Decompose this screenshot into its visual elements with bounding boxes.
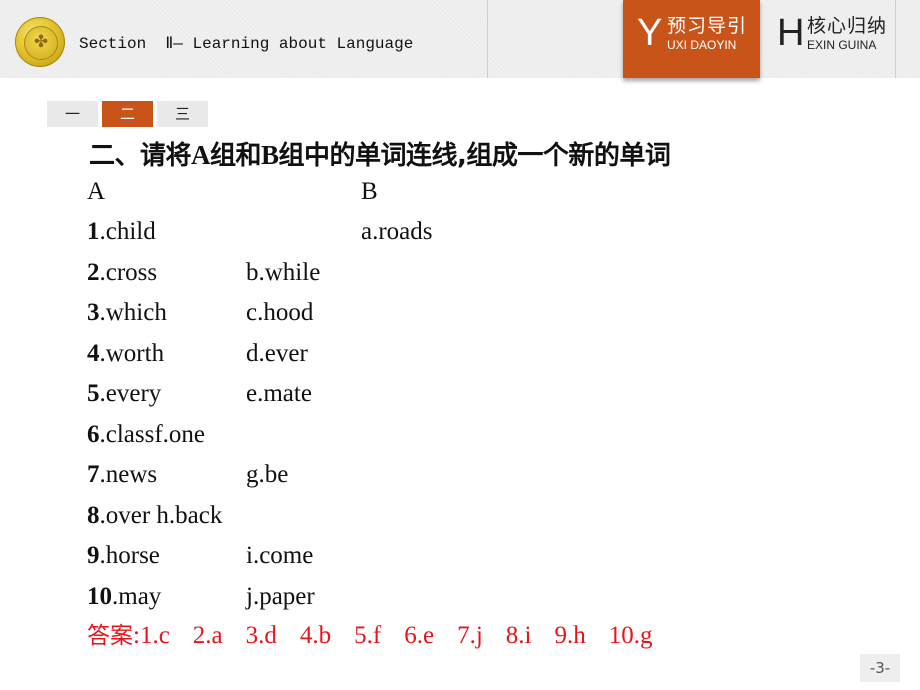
- answer-item: 10.g: [608, 622, 653, 649]
- header-divider: [895, 0, 896, 78]
- item-number: 7: [87, 461, 100, 488]
- item-number: 6: [87, 420, 100, 448]
- word-row-a: 6.classf.one: [87, 420, 205, 450]
- word-a: .horse: [99, 542, 160, 569]
- answer-item: 9.h: [554, 622, 586, 649]
- word-b: a.roads: [361, 218, 433, 245]
- item-number: 1: [87, 218, 100, 245]
- item-number: 4: [87, 339, 100, 367]
- word-a: .classf.one: [99, 420, 206, 448]
- item-number: 8: [87, 501, 100, 529]
- page-number: -3-: [860, 654, 900, 682]
- word-row-a: 1.child: [87, 217, 156, 247]
- word-b: g.be: [246, 461, 289, 488]
- word-a: .worth: [99, 339, 165, 367]
- column-b-header: B: [361, 178, 378, 205]
- word-b: c.hood: [246, 299, 314, 326]
- word-row-a: 7.news: [87, 460, 157, 490]
- nav-tab-label-en: UXI DAOYIN: [667, 38, 737, 52]
- nav-tab-letter: H: [777, 12, 805, 54]
- sub-tab-2[interactable]: 二: [102, 101, 153, 127]
- answer-item: 7.j: [457, 622, 483, 649]
- school-emblem-icon: ✤: [15, 17, 65, 67]
- word-b: b.while: [246, 258, 321, 286]
- column-a-header: A: [87, 178, 106, 205]
- nav-tab-core-summary[interactable]: H 核心归纳 EXIN GUINA: [763, 0, 900, 78]
- answer-label: 答案: [87, 623, 133, 649]
- nav-tab-preview-guide[interactable]: Y 预习导引 UXI DAOYIN: [623, 0, 760, 78]
- word-a: .which: [99, 299, 167, 326]
- word-row-a: 3.which: [87, 298, 167, 328]
- item-number: 10: [87, 582, 112, 610]
- item-number: 2: [87, 258, 100, 286]
- word-a: .over h.back: [99, 501, 223, 529]
- word-row-a: 8.over h.back: [87, 501, 222, 531]
- word-row-a: 4.worth: [87, 339, 164, 369]
- sub-tab-1[interactable]: 一: [47, 101, 98, 127]
- word-a: .may: [112, 582, 162, 610]
- word-b: d.ever: [246, 339, 308, 367]
- word-a: .every: [99, 380, 162, 407]
- item-number: 9: [87, 542, 100, 569]
- answer-item: 4.b: [299, 622, 332, 649]
- word-a: .news: [99, 461, 158, 488]
- word-b: j.paper: [246, 582, 315, 610]
- item-number: 5: [87, 380, 100, 407]
- word-row-a: 2.cross: [87, 258, 157, 288]
- header-bar: ✤ Section Ⅱ— Learning about Language Y 预…: [0, 0, 920, 78]
- nav-tab-label-cn: 核心归纳: [807, 15, 888, 37]
- item-number: 3: [87, 299, 100, 326]
- word-row-a: 10.may: [87, 582, 161, 612]
- section-title: Section Ⅱ— Learning about Language: [79, 35, 414, 53]
- word-b: i.come: [246, 542, 314, 569]
- sub-tab-3[interactable]: 三: [157, 101, 208, 127]
- answer-line: 答案:1.c 2.a 3.d 4.b 5.f 6.e 7.j 8.i 9.h 10.g: [87, 621, 676, 651]
- word-a: .child: [99, 218, 156, 245]
- word-row-a: 5.every: [87, 379, 161, 409]
- answer-item: 8.i: [505, 622, 532, 649]
- answer-item: :1.c: [133, 622, 170, 649]
- answer-item: 6.e: [404, 622, 435, 649]
- nav-tab-label-cn: 预习导引: [667, 15, 748, 37]
- exercise-heading: 二、请将A组和B组中的单词连线,组成一个新的单词: [89, 140, 671, 171]
- nav-tab-label-en: EXIN GUINA: [807, 38, 877, 52]
- nav-tab-letter: Y: [637, 12, 663, 54]
- answer-item: 3.d: [245, 622, 277, 649]
- answer-item: 2.a: [192, 622, 223, 649]
- word-b: e.mate: [246, 380, 312, 407]
- answer-item: 5.f: [354, 622, 382, 649]
- word-a: .cross: [99, 258, 158, 286]
- header-divider: [487, 0, 488, 78]
- word-row-a: 9.horse: [87, 541, 160, 571]
